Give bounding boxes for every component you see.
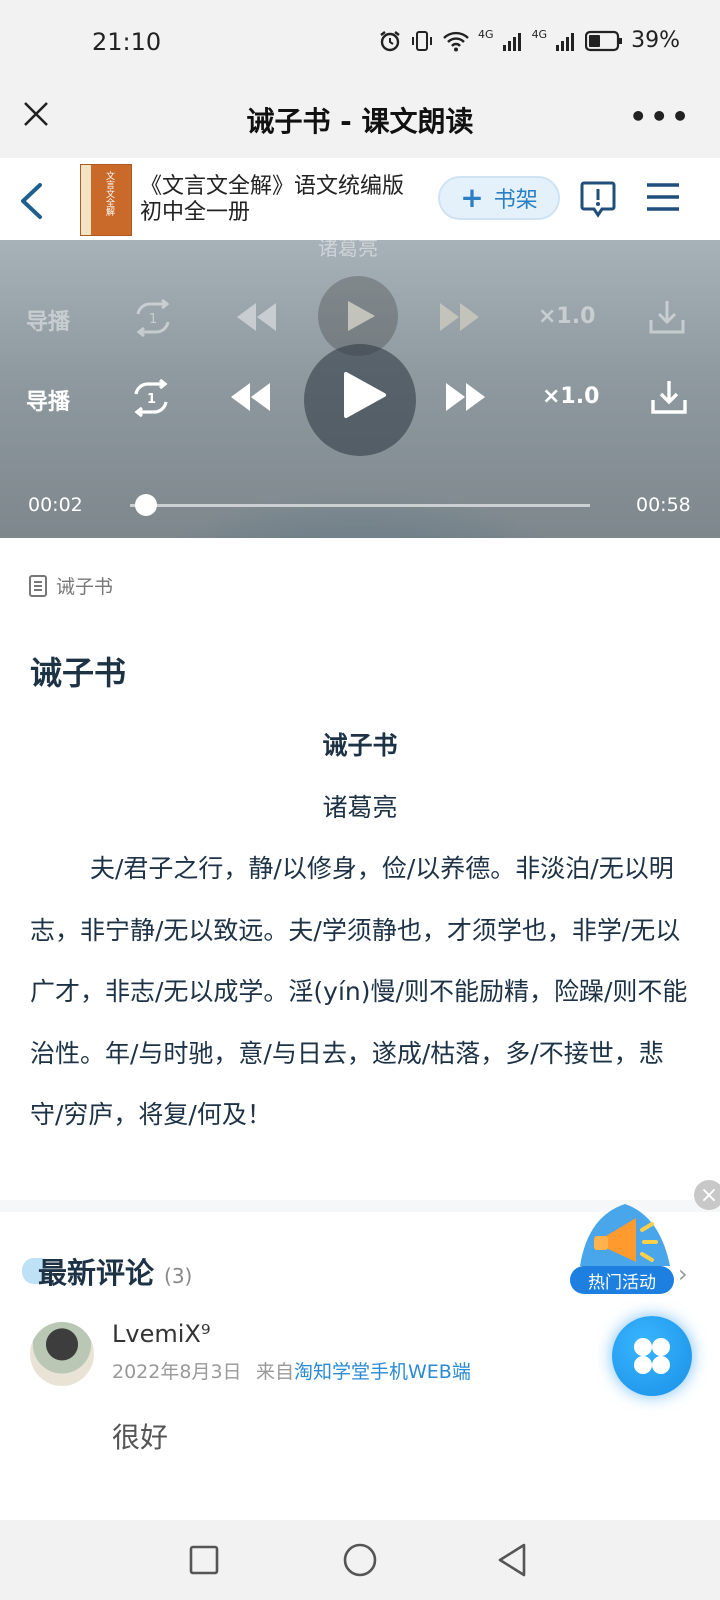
system-nav-bar [0,1520,720,1600]
text-author: 诸葛亮 [322,793,398,822]
audio-player: 诸葛亮 导播 1 ×1.0 导播 1 ×1.0 [0,240,720,538]
comments-header: 最新评论 (3) [22,1250,192,1292]
comment-source-link[interactable]: 淘知学堂手机WEB端 [294,1361,471,1383]
battery-icon [585,30,623,51]
signal-icon-1 [502,32,521,51]
ghost-play-icon [348,301,375,331]
back-arrow-icon[interactable] [18,182,44,220]
network-label-2: 4G [531,28,548,41]
guide-button[interactable]: 导播 [26,384,70,416]
svg-text:1: 1 [149,312,157,327]
comment-source-prefix: 来自 [256,1361,295,1383]
repeat-one-icon[interactable]: 1 [130,378,172,418]
status-icons: 4G 4G 39% [378,28,680,53]
add-to-shelf-button[interactable]: + 书架 [438,176,560,220]
more-menu-icon[interactable]: ••• [629,100,692,133]
svg-text:1: 1 [147,392,156,407]
comment-date: 2022年8月3日 [112,1361,242,1383]
player-controls: 导播 1 ×1.0 [0,344,720,456]
signal-icon-2 [556,32,575,51]
progress-track[interactable] [130,504,590,507]
speed-button[interactable]: ×1.0 [542,384,599,409]
page-title: 诫子书 - 课文朗读 [246,105,474,138]
ghost-rewind-icon [237,303,276,331]
progress-knob[interactable] [134,494,157,516]
ghost-repeat-icon: 1 [136,298,170,338]
ghost-download-icon [649,301,685,334]
comment-text: 很好 [112,1421,169,1454]
floating-menu-button[interactable] [612,1316,692,1396]
total-time: 00:58 [636,494,691,516]
play-icon[interactable] [340,370,388,420]
text-title: 诫子书 [322,731,398,760]
promo-close-icon[interactable]: × [694,1180,720,1210]
current-time: 00:02 [28,494,83,516]
ghost-speed: ×1.0 [538,304,596,329]
article-heading: 诫子书 [30,654,127,692]
book-icon [29,574,47,597]
back-icon[interactable] [496,1542,528,1578]
comment-source: 来自淘知学堂手机WEB端 [256,1357,471,1384]
recent-apps-icon[interactable] [188,1544,220,1576]
forward-icon[interactable] [444,380,488,414]
ghost-author: 诸葛亮 [318,240,378,260]
ghost-forward-icon [440,303,479,331]
home-icon[interactable] [342,1542,378,1578]
battery-level: 39% [631,28,680,53]
status-time: 21:10 [92,28,162,56]
article-body: 夫/君子之行，静/以修身，俭/以养德。非淡泊/无以明志，非宁静/无以致远。夫/学… [30,854,688,1129]
alarm-icon [380,30,400,51]
comment-username[interactable]: LvemiX⁹ [112,1320,210,1348]
vibrate-icon [412,30,433,51]
menu-icon[interactable] [646,182,680,212]
clover-icon [634,1338,670,1374]
comments-title: 最新评论 [22,1250,154,1292]
book-title[interactable]: 《文言文全解》语文统编版初中全一册 [140,174,420,226]
shelf-button-label: 书架 [493,188,538,213]
promo-label[interactable]: 热门活动 [570,1266,674,1294]
avatar[interactable] [30,1322,94,1386]
wifi-icon [443,31,469,51]
network-label-1: 4G [478,28,494,41]
report-icon[interactable] [580,180,616,218]
plus-icon: + [460,181,484,214]
book-cover[interactable] [80,164,132,236]
breadcrumb[interactable]: 诫子书 [28,572,113,599]
comments-count: (3) [164,1264,193,1288]
breadcrumb-label: 诫子书 [56,576,114,598]
ghost-guide-label: 导播 [26,310,71,335]
download-icon[interactable] [650,378,688,416]
rewind-icon[interactable] [228,380,272,414]
